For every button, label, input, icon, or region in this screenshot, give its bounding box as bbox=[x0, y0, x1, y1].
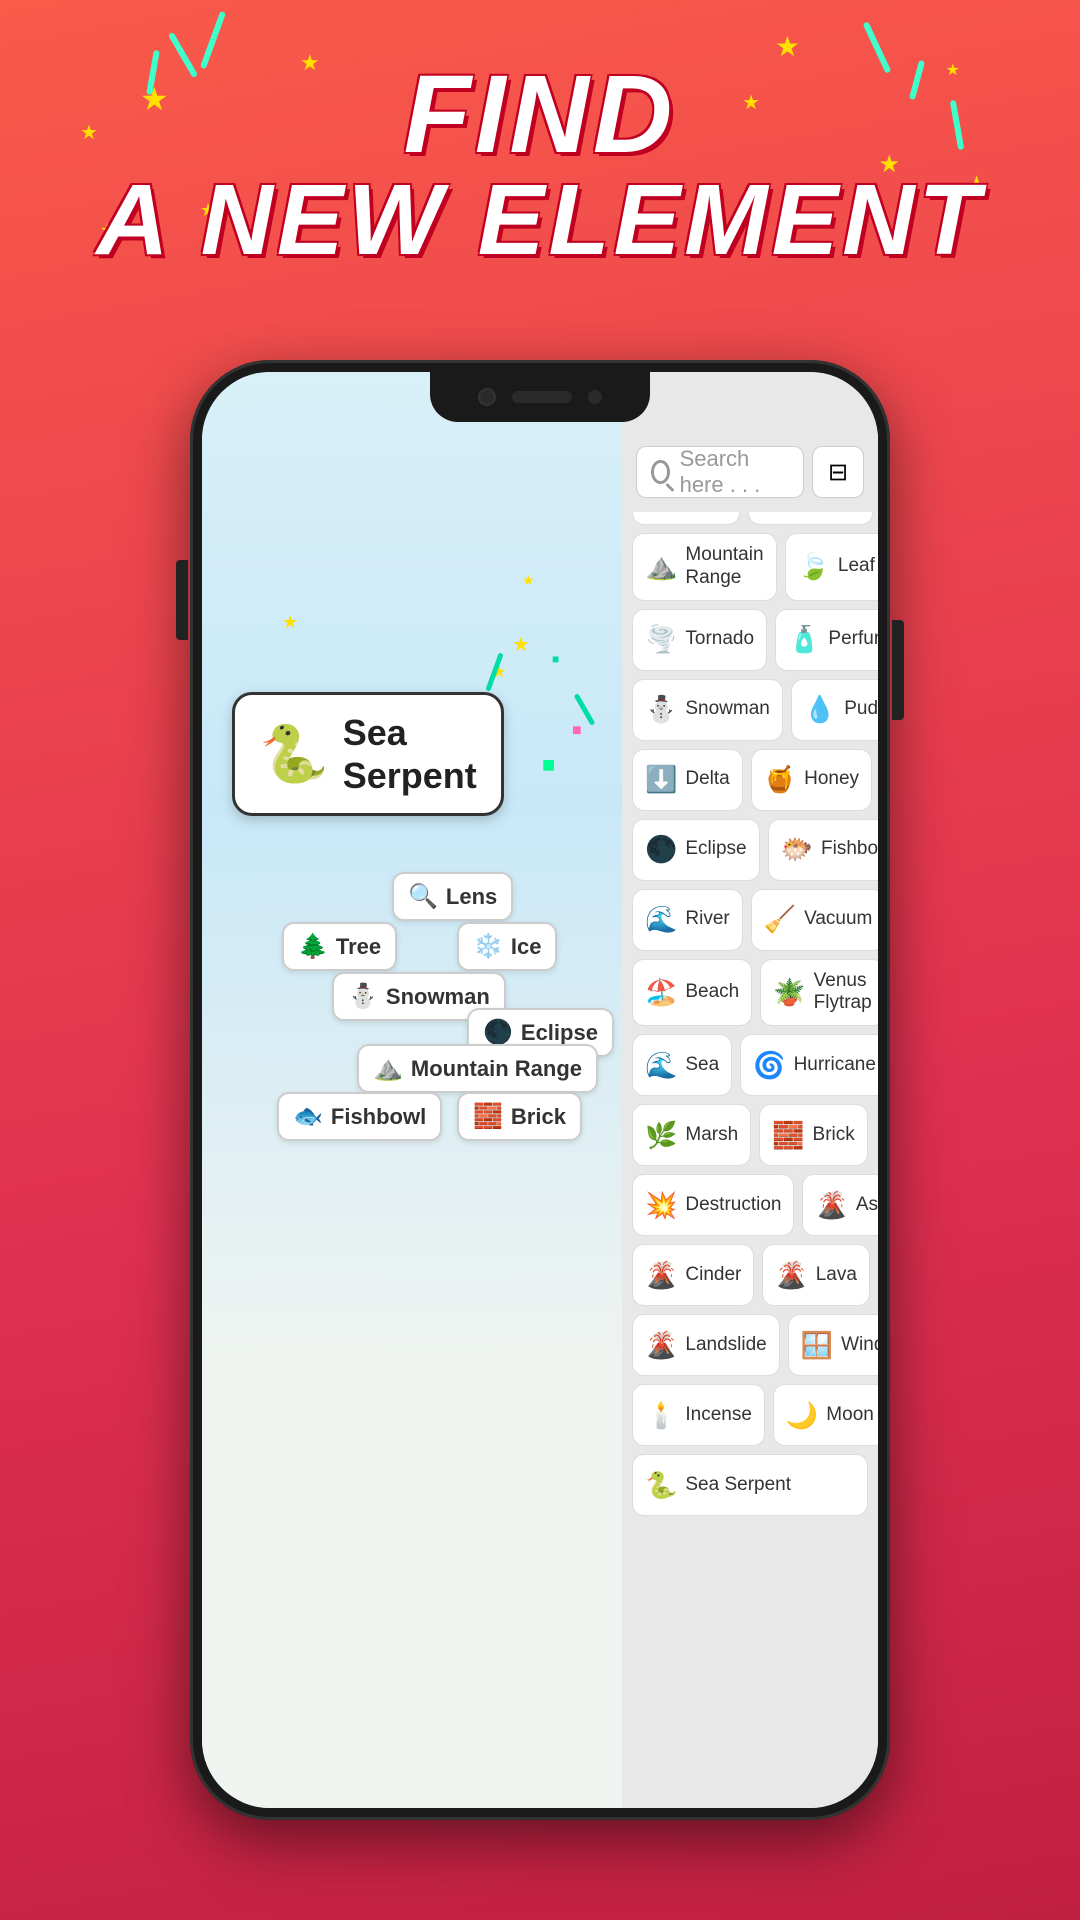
element-fishbowl[interactable]: 🐡 Fishbowl bbox=[768, 819, 878, 881]
title-area: FIND A NEW ELEMENT bbox=[0, 60, 1080, 270]
element-row: ⛄ Snowman 💧 Puddle bbox=[632, 679, 868, 741]
elements-panel[interactable]: 66/165741 🔍 Lens 💨 Smoke bbox=[622, 372, 878, 1808]
element-row: 🌿 Marsh 🧱 Brick bbox=[632, 1104, 868, 1166]
element-row: ⛰️ Mountain Range 🍃 Leaf bbox=[632, 533, 868, 601]
node-brick[interactable]: 🧱 Brick bbox=[457, 1092, 582, 1141]
element-moon[interactable]: 🌙 Moon bbox=[773, 1384, 878, 1446]
sea-serpent-label: SeaSerpent bbox=[343, 711, 477, 797]
search-icon bbox=[651, 460, 670, 484]
element-river[interactable]: 🌊 River bbox=[632, 889, 743, 951]
phone-screen: ★ ★ ★ ★ ■ ■ ■ 🐍 SeaSerpent 🔍 Lens bbox=[202, 372, 878, 1808]
element-row: 🕯️ Incense 🌙 Moon bbox=[632, 1384, 868, 1446]
filter-button[interactable]: ⊟ bbox=[812, 446, 864, 498]
element-row: 🌊 River 🧹 Vacuum bbox=[632, 889, 868, 951]
game-panel: ★ ★ ★ ★ ■ ■ ■ 🐍 SeaSerpent 🔍 Lens bbox=[202, 372, 622, 1808]
element-tornado[interactable]: 🌪️ Tornado bbox=[632, 609, 767, 671]
element-row: 🌑 Eclipse 🐡 Fishbowl bbox=[632, 819, 868, 881]
sea-serpent-popup: 🐍 SeaSerpent bbox=[232, 692, 504, 816]
element-mountain-range[interactable]: ⛰️ Mountain Range bbox=[632, 533, 777, 601]
phone: ★ ★ ★ ★ ■ ■ ■ 🐍 SeaSerpent 🔍 Lens bbox=[190, 360, 890, 1820]
notch-dot bbox=[588, 390, 602, 404]
node-tree[interactable]: 🌲 Tree bbox=[282, 922, 397, 971]
notch-camera bbox=[478, 388, 496, 406]
element-beach[interactable]: 🏖️ Beach bbox=[632, 959, 752, 1027]
element-landslide[interactable]: 🌋 Landslide bbox=[632, 1314, 780, 1376]
element-delta[interactable]: ⬇️ Delta bbox=[632, 749, 743, 811]
element-hurricane[interactable]: 🌀 Hurricane bbox=[740, 1034, 878, 1096]
element-honey[interactable]: 🍯 Honey bbox=[751, 749, 872, 811]
node-fishbowl[interactable]: 🐟 Fishbowl bbox=[277, 1092, 442, 1141]
search-placeholder: Search here . . . bbox=[680, 446, 789, 498]
node-ice[interactable]: ❄️ Ice bbox=[457, 922, 557, 971]
element-venus-flytrap[interactable]: 🪴 Venus Flytrap bbox=[760, 959, 878, 1027]
search-bar: Search here . . . ⊟ bbox=[622, 432, 878, 512]
element-row: 🌋 Landslide 🪟 Window bbox=[632, 1314, 868, 1376]
element-brick[interactable]: 🧱 Brick bbox=[759, 1104, 868, 1166]
element-cinder[interactable]: 🌋 Cinder bbox=[632, 1244, 754, 1306]
element-row: 💥 Destruction 🌋 Ash bbox=[632, 1174, 868, 1236]
node-lens[interactable]: 🔍 Lens bbox=[392, 872, 513, 921]
element-vacuum[interactable]: 🧹 Vacuum bbox=[751, 889, 878, 951]
element-sea-serpent[interactable]: 🐍 Sea Serpent bbox=[632, 1454, 868, 1516]
element-row: 🏖️ Beach 🪴 Venus Flytrap bbox=[632, 959, 868, 1027]
element-row: 🌋 Cinder 🌋 Lava bbox=[632, 1244, 868, 1306]
search-input[interactable]: Search here . . . bbox=[636, 446, 804, 498]
element-row: 🌪️ Tornado 🧴 Perfume bbox=[632, 609, 868, 671]
element-lava[interactable]: 🌋 Lava bbox=[762, 1244, 870, 1306]
element-ash[interactable]: 🌋 Ash bbox=[802, 1174, 878, 1236]
phone-outer: ★ ★ ★ ★ ■ ■ ■ 🐍 SeaSerpent 🔍 Lens bbox=[190, 360, 890, 1820]
sea-serpent-emoji: 🐍 bbox=[259, 721, 329, 787]
element-perfume[interactable]: 🧴 Perfume bbox=[775, 609, 878, 671]
element-snowman[interactable]: ⛄ Snowman bbox=[632, 679, 783, 741]
notch-sensor bbox=[512, 391, 572, 403]
node-mountain-range[interactable]: ⛰️ Mountain Range bbox=[357, 1044, 598, 1093]
element-row: 🐍 Sea Serpent bbox=[632, 1454, 868, 1516]
element-sea[interactable]: 🌊 Sea bbox=[632, 1034, 732, 1096]
element-row: 🌊 Sea 🌀 Hurricane bbox=[632, 1034, 868, 1096]
title-line1: FIND bbox=[0, 60, 1080, 170]
element-puddle[interactable]: 💧 Puddle bbox=[791, 679, 878, 741]
element-eclipse[interactable]: 🌑 Eclipse bbox=[632, 819, 760, 881]
element-destruction[interactable]: 💥 Destruction bbox=[632, 1174, 794, 1236]
element-row: ⬇️ Delta 🍯 Honey bbox=[632, 749, 868, 811]
title-line2: A NEW ELEMENT bbox=[0, 170, 1080, 270]
element-marsh[interactable]: 🌿 Marsh bbox=[632, 1104, 751, 1166]
notch bbox=[430, 372, 650, 422]
element-window[interactable]: 🪟 Window bbox=[788, 1314, 878, 1376]
element-incense[interactable]: 🕯️ Incense bbox=[632, 1384, 765, 1446]
elements-list: 🔍 Lens 💨 Smoke ⛰️ Mountain Range bbox=[622, 463, 878, 1544]
element-leaf[interactable]: 🍃 Leaf bbox=[785, 533, 878, 601]
